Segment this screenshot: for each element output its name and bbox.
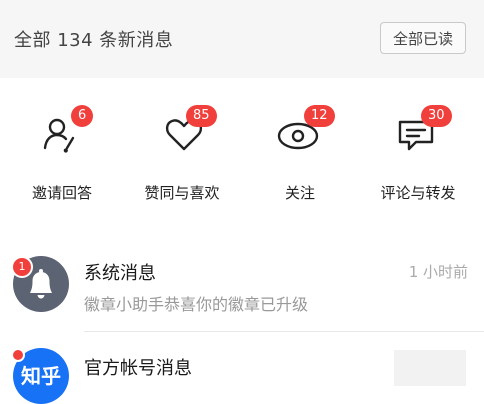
category-follow[interactable]: 12 关注 [240, 78, 360, 218]
category-badge: 30 [421, 105, 452, 127]
category-label: 评论与转发 [380, 184, 456, 202]
message-row-official[interactable]: 知乎 官方帐号消息 [0, 332, 484, 404]
category-invite-answer[interactable]: 6 邀请回答 [0, 78, 120, 218]
category-badge: 12 [304, 105, 335, 127]
category-label: 赞同与喜欢 [144, 184, 220, 202]
message-row-system[interactable]: 1 系统消息 1 小时前 徽章小助手恭喜你的徽章已升级 [0, 240, 484, 332]
category-badge: 6 [71, 105, 94, 127]
message-time: 1 小时前 [408, 263, 468, 281]
category-likes[interactable]: 85 赞同与喜欢 [120, 78, 240, 218]
message-title: 系统消息 [84, 263, 156, 284]
category-row: 6 邀请回答 85 赞同与喜欢 12 关注 30 评论与转发 [0, 78, 484, 222]
unread-dot [11, 348, 25, 362]
unread-badge: 1 [11, 256, 33, 278]
message-preview: 徽章小助手恭喜你的徽章已升级 [84, 295, 309, 314]
message-title: 官方帐号消息 [84, 358, 192, 379]
avatar-logo-text: 知乎 [21, 364, 61, 388]
header-bar: 全部 134 条新消息 全部已读 [0, 0, 484, 78]
time-placeholder [394, 350, 466, 386]
category-label: 邀请回答 [31, 184, 92, 202]
category-label: 关注 [284, 184, 315, 202]
mark-all-read-button[interactable]: 全部已读 [380, 22, 466, 54]
category-comments[interactable]: 30 评论与转发 [358, 78, 478, 218]
unread-summary: 全部 134 条新消息 [14, 30, 174, 51]
category-badge: 85 [186, 105, 217, 127]
